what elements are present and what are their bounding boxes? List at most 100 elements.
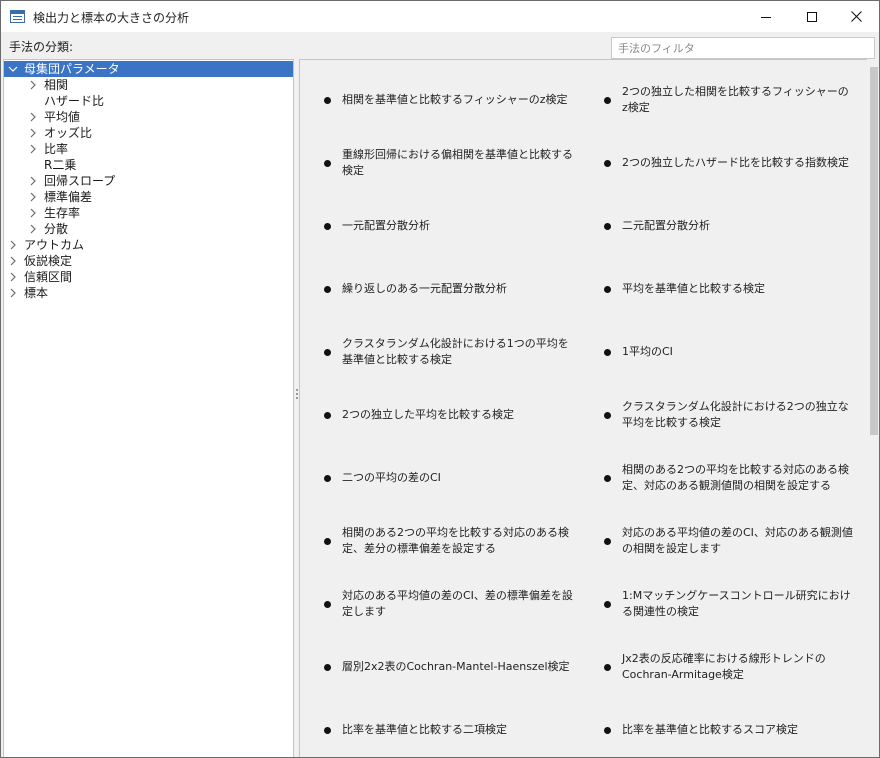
chevron-right-icon[interactable] xyxy=(28,205,38,221)
method-item[interactable]: 相関のある2つの平均を比較する対応のある検定、差分の標準偏差を設定する xyxy=(324,517,574,565)
method-item[interactable]: クラスタランダム化設計における1つの平均を基準値と比較する検定 xyxy=(324,328,574,376)
method-list: 相関を基準値と比較するフィッシャーのz検定 2つの独立した相関を比較するフィッシャ… xyxy=(299,59,867,757)
tree-item-label: オッズ比 xyxy=(44,126,93,140)
method-item[interactable]: 重線形回帰における偏相関を基準値と比較する検定 xyxy=(324,139,574,187)
tree-item[interactable]: 平均値 xyxy=(4,109,293,125)
tree-item[interactable]: 生存率 xyxy=(4,205,293,221)
tree-item[interactable]: R二乗 xyxy=(4,157,293,173)
method-item-label: Jx2表の反応確率における線形トレンドのCochran-Armitage検定 xyxy=(622,652,826,681)
chevron-right-icon[interactable] xyxy=(8,269,18,285)
method-item-label: 1平均のCI xyxy=(622,345,673,358)
method-item-label: 比率を基準値と比較するスコア検定 xyxy=(622,723,798,736)
tree-item-label: 信頼区間 xyxy=(24,270,73,284)
method-item-label: 繰り返しのある一元配置分散分析 xyxy=(342,282,507,295)
chevron-down-icon[interactable] xyxy=(8,61,18,77)
chevron-right-icon[interactable] xyxy=(28,141,38,157)
tree-item-label: 標準偏差 xyxy=(44,190,93,204)
method-item[interactable]: 相関のある2つの平均を比較する対応のある検定、対応のある観測値間の相関を設定する xyxy=(604,454,854,502)
tree-item[interactable]: 信頼区間 xyxy=(4,269,293,285)
window-title: 検出力と標本の大きさの分析 xyxy=(33,11,190,25)
method-item[interactable]: 1:Mマッチングケースコントロール研究における関連性の検定 xyxy=(604,580,854,628)
chevron-right-icon[interactable] xyxy=(28,77,38,93)
method-item[interactable]: 比率を基準値と比較するスコア検定 xyxy=(604,706,854,754)
method-item[interactable]: 2つの独立した相関を比較するフィッシャーのz検定 xyxy=(604,76,854,124)
bullet-icon xyxy=(604,664,611,671)
method-item-label: 相関のある2つの平均を比較する対応のある検定、差分の標準偏差を設定する xyxy=(342,526,569,555)
chevron-right-icon[interactable] xyxy=(28,173,38,189)
tree-item[interactable]: 標準偏差 xyxy=(4,189,293,205)
method-item[interactable]: 相関を基準値と比較するフィッシャーのz検定 xyxy=(324,76,574,124)
chevron-right-icon[interactable] xyxy=(28,125,38,141)
vertical-scrollbar[interactable] xyxy=(867,59,879,757)
bullet-icon xyxy=(604,727,611,734)
minimize-icon xyxy=(761,16,771,18)
chevron-right-icon[interactable] xyxy=(28,221,38,237)
method-item[interactable]: 対応のある平均値の差のCI、対応のある観測値の相関を設定します xyxy=(604,517,854,565)
maximize-icon xyxy=(807,11,817,22)
method-item[interactable]: 対応のある平均値の差のCI、差の標準偏差を設定します xyxy=(324,580,574,628)
tree-item-label: 相関 xyxy=(44,78,69,92)
method-item-label: 対応のある平均値の差のCI、対応のある観測値の相関を設定します xyxy=(622,526,853,555)
method-item[interactable]: 2つの独立した平均を比較する検定 xyxy=(324,391,574,439)
tree-item[interactable]: 回帰スロープ xyxy=(4,173,293,189)
method-item[interactable]: 繰り返しのある一元配置分散分析 xyxy=(324,265,574,313)
bullet-icon xyxy=(324,349,331,356)
method-item[interactable]: 平均を基準値と比較する検定 xyxy=(604,265,854,313)
tree-item[interactable]: 分散 xyxy=(4,221,293,237)
tree-item[interactable]: 比率 xyxy=(4,141,293,157)
bullet-icon xyxy=(324,538,331,545)
tree-item[interactable]: ハザード比 xyxy=(4,93,293,109)
chevron-right-icon[interactable] xyxy=(8,237,18,253)
bullet-icon xyxy=(324,727,331,734)
chevron-right-icon[interactable] xyxy=(8,253,18,269)
tree-item[interactable]: 標本 xyxy=(4,285,293,301)
bullet-icon xyxy=(604,412,611,419)
method-item[interactable]: クラスタランダム化設計における2つの独立な平均を比較する検定 xyxy=(604,391,854,439)
method-item[interactable]: 層別2x2表のCochran-Mantel-Haenszel検定 xyxy=(324,643,574,691)
tree-item[interactable]: 仮説検定 xyxy=(4,253,293,269)
method-filter-input[interactable] xyxy=(611,37,875,59)
chevron-right-icon[interactable] xyxy=(28,109,38,125)
bullet-icon xyxy=(324,475,331,482)
chevron-right-icon[interactable] xyxy=(8,285,18,301)
method-item-label: クラスタランダム化設計における2つの独立な平均を比較する検定 xyxy=(622,400,849,429)
tree-item-label: 母集団パラメータ xyxy=(24,62,120,76)
tree-item[interactable]: アウトカム xyxy=(4,237,293,253)
bullet-icon xyxy=(324,286,331,293)
minimize-button[interactable] xyxy=(743,1,789,32)
method-item-label: 二つの平均の差のCI xyxy=(342,471,441,484)
method-item[interactable]: 1平均のCI xyxy=(604,328,854,376)
tree-item-label: ハザード比 xyxy=(44,94,105,108)
tree-item[interactable]: オッズ比 xyxy=(4,125,293,141)
close-button[interactable] xyxy=(833,1,879,32)
method-item-label: 比率を基準値と比較する二項検定 xyxy=(342,723,507,736)
method-item-label: 二元配置分散分析 xyxy=(622,219,710,232)
bullet-icon xyxy=(324,664,331,671)
method-item-label: クラスタランダム化設計における1つの平均を基準値と比較する検定 xyxy=(342,337,569,366)
tree-item[interactable]: 相関 xyxy=(4,77,293,93)
tree-item-label: 比率 xyxy=(44,142,69,156)
tree-item-label: R二乗 xyxy=(44,158,77,172)
bullet-icon xyxy=(324,223,331,230)
title-bar[interactable]: 検出力と標本の大きさの分析 xyxy=(1,1,879,32)
bullet-icon xyxy=(604,349,611,356)
tree-item[interactable]: 母集団パラメータ xyxy=(4,61,293,77)
method-item[interactable]: Jx2表の反応確率における線形トレンドのCochran-Armitage検定 xyxy=(604,643,854,691)
method-item[interactable]: 2つの独立したハザード比を比較する指数検定 xyxy=(604,139,854,187)
method-tree[interactable]: 母集団パラメータ相関ハザード比平均値オッズ比比率 R二乗 回帰スロープ 標準偏差 生存率… xyxy=(3,59,294,757)
bullet-icon xyxy=(604,601,611,608)
method-item[interactable]: 比率を基準値と比較する二項検定 xyxy=(324,706,574,754)
bullet-icon xyxy=(324,97,331,104)
scroll-thumb[interactable] xyxy=(870,67,878,435)
chevron-right-icon[interactable] xyxy=(28,189,38,205)
method-item[interactable]: 一元配置分散分析 xyxy=(324,202,574,250)
tree-item-label: 標本 xyxy=(24,286,49,300)
method-item-label: 2つの独立した相関を比較するフィッシャーのz検定 xyxy=(622,85,849,114)
tree-item-label: 平均値 xyxy=(44,110,81,124)
app-window: 検出力と標本の大きさの分析 手法の分類: 母集団パラメータ相関ハザード比平均値オ… xyxy=(0,0,880,758)
maximize-button[interactable] xyxy=(789,1,835,32)
bullet-icon xyxy=(324,412,331,419)
close-icon xyxy=(850,11,862,22)
method-item[interactable]: 二つの平均の差のCI xyxy=(324,454,574,502)
method-item[interactable]: 二元配置分散分析 xyxy=(604,202,854,250)
